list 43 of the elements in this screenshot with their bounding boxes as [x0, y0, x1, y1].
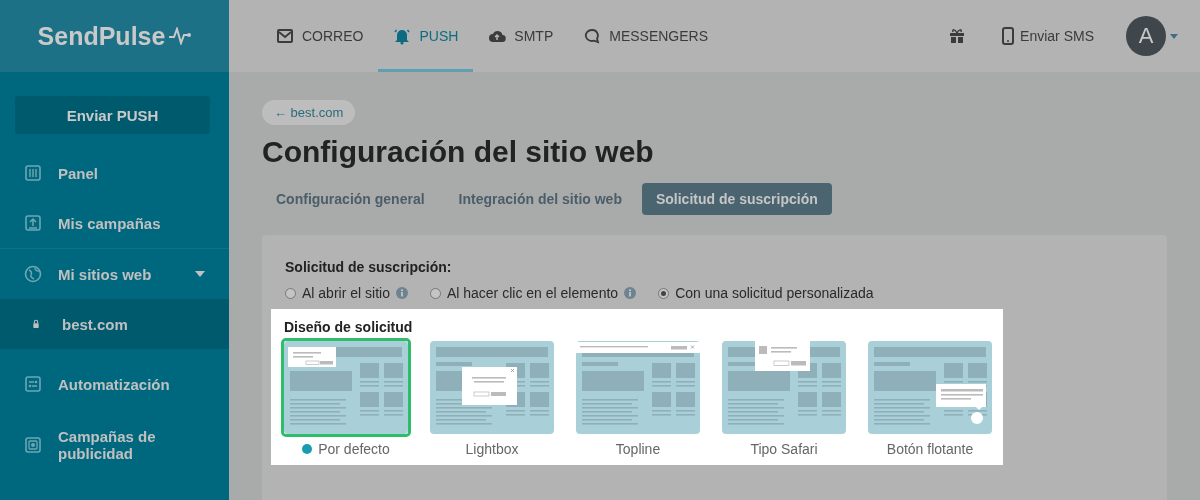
gift-icon[interactable] [948, 27, 967, 45]
sidebar-item[interactable]: Automatización [0, 359, 229, 409]
logo-text: SendPulse [37, 21, 166, 51]
avatar[interactable]: A [1126, 16, 1166, 56]
sidebar-item[interactable]: Mis campañas [0, 198, 229, 248]
section-label: Diseño de solicitud [284, 319, 414, 335]
phone-icon [1002, 27, 1015, 45]
radio-option[interactable]: Con una solicitud personalizada [658, 285, 874, 301]
option-label: Botón flotante [886, 441, 974, 457]
sidebar-item[interactable]: Mi sitios web [0, 249, 229, 299]
selected-dot-icon [302, 444, 313, 454]
layout-thumbnail[interactable] [427, 338, 557, 437]
radio-option[interactable]: Al abrir el sitio [285, 285, 408, 301]
layout-thumbnail[interactable] [865, 338, 995, 437]
tab[interactable]: Solicitud de suscripción [641, 183, 832, 215]
page-title: Configuración del sitio web [262, 135, 654, 169]
info-icon[interactable] [395, 287, 408, 299]
info-icon[interactable] [624, 287, 637, 299]
option-label: Por defecto [318, 441, 390, 457]
radio-icon[interactable] [429, 287, 441, 299]
sidebar-item[interactable]: Campañas de publicidad [0, 415, 229, 475]
radio-icon[interactable] [285, 287, 296, 299]
section-label: Solicitud de suscripción: [285, 259, 453, 275]
option-label: Tipo Safari [750, 441, 818, 457]
nav-tab[interactable]: SMTP [473, 0, 569, 72]
sidebar-item[interactable]: Panel [0, 148, 229, 198]
option-label: Lightbox [465, 441, 519, 457]
send-push-button[interactable]: Enviar PUSH [15, 96, 210, 134]
nav-tab[interactable]: MESSENGERS [568, 0, 724, 72]
tab[interactable]: Integración del sitio web [444, 183, 636, 215]
layout-thumbnail[interactable] [281, 338, 411, 437]
radio-option[interactable]: Al hacer clic en el elemento [429, 285, 637, 301]
layout-thumbnail[interactable] [573, 338, 703, 437]
option-label: Topline [615, 441, 661, 457]
layout-thumbnail[interactable] [719, 338, 849, 437]
sidebar-item[interactable]: best.com [0, 299, 229, 349]
radio-icon[interactable] [658, 287, 670, 299]
caret-icon[interactable] [1170, 33, 1178, 39]
back-link[interactable]: ← best.com [262, 100, 356, 125]
send-sms-button[interactable]: Enviar SMS [996, 0, 1100, 72]
nav-tab[interactable]: CORREO [261, 0, 379, 72]
tab[interactable]: Configuración general [262, 183, 439, 215]
pulse-icon [169, 27, 192, 45]
